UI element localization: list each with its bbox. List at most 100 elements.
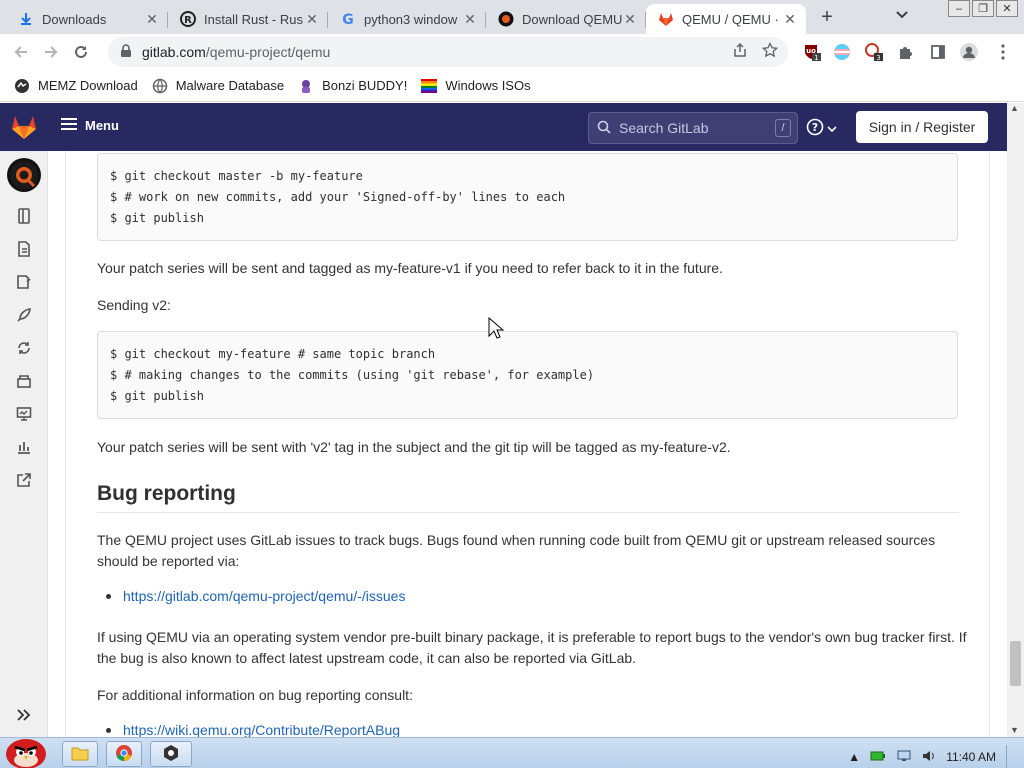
paragraph: For additional information on bug report… [97,687,413,703]
tab-download-qemu[interactable]: Download QEMU ✕ [486,4,646,34]
minimize-button[interactable]: – [948,0,970,17]
rocket-deploy-icon[interactable] [14,305,34,325]
bookmark-bonzi-buddy[interactable]: Bonzi BUDDY! [298,78,407,94]
bookmark-malware-database[interactable]: Malware Database [152,78,284,94]
readme-content: $ git checkout master -b my-feature $ # … [65,151,990,737]
analytics-icon[interactable] [14,437,34,457]
monitor-icon[interactable] [14,404,34,424]
kebab-menu-icon[interactable] [993,42,1013,62]
flag-extension-icon[interactable] [832,42,852,62]
network-icon[interactable] [896,750,912,765]
svg-text:3: 3 [876,54,880,62]
bookmark-memz[interactable]: MEMZ Download [14,78,138,94]
issues-icon[interactable] [14,272,34,292]
start-button[interactable] [2,732,50,768]
code-line: $ # making changes to the commits (using… [110,368,595,382]
search-input[interactable] [619,120,769,136]
puzzle-extensions-icon[interactable] [896,42,916,62]
code-line: $ # work on new commits, add your 'Signe… [110,190,566,204]
bookmark-label: Windows ISOs [445,78,531,93]
back-button[interactable] [6,37,36,67]
url-host: gitlab.com [142,44,206,60]
battery-icon[interactable] [870,750,886,765]
repository-icon[interactable] [14,206,34,226]
close-icon[interactable]: ✕ [462,11,478,28]
search-shortcut-hint: / [775,119,791,137]
windows-taskbar: ▲ 11:40 AM [0,737,1024,768]
hex-app-icon [162,744,180,765]
menu-button[interactable]: Menu [61,117,119,134]
gitlab-search[interactable]: / [588,112,798,144]
sign-in-register-button[interactable]: Sign in / Register [856,111,988,143]
tray-expand-icon[interactable]: ▲ [848,750,860,764]
side-panel-icon[interactable] [928,42,948,62]
qemu-icon [498,11,514,27]
external-link-icon[interactable] [14,470,34,490]
taskbar-chrome[interactable] [106,741,142,767]
tab-title: QEMU / QEMU · [682,11,779,27]
close-icon[interactable]: ✕ [622,11,638,28]
tab-python3-window[interactable]: G python3 window ✕ [328,4,486,34]
close-icon[interactable]: ✕ [304,11,320,28]
search-icon [597,120,611,137]
forward-button[interactable] [36,37,66,67]
tab-qemu-gitlab[interactable]: QEMU / QEMU · ✕ [646,4,806,34]
project-avatar[interactable] [7,158,41,192]
share-icon[interactable] [732,42,748,62]
browser-tab-strip: Downloads ✕ R Install Rust - Rus ✕ G pyt… [0,0,1024,34]
svg-text:R: R [184,15,192,26]
show-desktop-button[interactable] [1006,745,1016,768]
tab-title: Download QEMU [522,11,622,27]
ublock-extension-icon[interactable]: uo 1 [802,42,822,62]
taskbar-explorer[interactable] [62,741,98,767]
tab-install-rust[interactable]: R Install Rust - Rus ✕ [168,4,328,34]
close-icon[interactable]: ✕ [144,11,160,28]
tab-search-chevron-icon[interactable] [896,8,908,22]
gitlab-icon [658,11,674,27]
wiki-link[interactable]: https://wiki.qemu.org/Contribute/ReportA… [123,722,400,737]
bullet [106,727,111,733]
section-heading: Bug reporting [97,482,959,513]
clock[interactable]: 11:40 AM [946,750,996,764]
scroll-down-arrow-icon[interactable]: ▼ [1010,725,1019,735]
scroll-up-arrow-icon[interactable]: ▲ [1010,103,1019,113]
paragraph: The QEMU project uses GitLab issues to t… [97,532,936,569]
code-line: $ git checkout my-feature # same topic b… [110,347,436,361]
ext3-icon[interactable]: 3 [864,42,884,62]
bookmark-star-icon[interactable] [761,41,779,62]
svg-text:G: G [342,12,354,27]
paragraph: Your patch series will be sent with 'v2'… [97,439,731,455]
restore-button[interactable]: ❐ [972,0,994,17]
help-menu[interactable]: ? [806,118,837,139]
expand-sidebar-icon[interactable] [14,705,34,725]
merge-request-icon[interactable] [14,338,34,358]
package-icon[interactable] [14,371,34,391]
tab-title: Install Rust - Rus [204,11,303,27]
issues-link[interactable]: https://gitlab.com/qemu-project/qemu/-/i… [123,588,405,604]
close-icon[interactable]: ✕ [782,11,798,28]
taskbar-app[interactable] [150,741,192,767]
close-window-button[interactable]: ✕ [996,0,1018,17]
file-icon[interactable] [14,239,34,259]
page-scrollbar[interactable]: ▲ ▼ [1007,103,1024,737]
tab-downloads[interactable]: Downloads ✕ [6,4,168,34]
menu-label: Menu [85,118,119,133]
gitlab-logo-icon[interactable] [10,113,38,144]
tab-title: python3 window [364,11,458,27]
globe-icon [152,78,168,94]
code-line: $ git publish [110,211,204,225]
bookmark-windows-isos[interactable]: Windows ISOs [421,78,531,94]
omnibox-actions [732,41,779,62]
lock-icon[interactable] [120,43,132,61]
address-bar[interactable]: gitlab.com/qemu-project/qemu [108,37,788,67]
volume-icon[interactable] [922,750,936,765]
bonzi-icon [298,78,314,94]
profile-avatar-icon[interactable] [959,42,979,62]
code-block-v2: $ git checkout my-feature # same topic b… [97,331,958,419]
reload-button[interactable] [66,37,96,67]
help-icon: ? [806,118,824,139]
scrollbar-thumb[interactable] [1010,641,1021,686]
hamburger-icon [61,117,77,134]
new-tab-button[interactable]: + [815,6,839,30]
google-icon: G [340,11,356,27]
